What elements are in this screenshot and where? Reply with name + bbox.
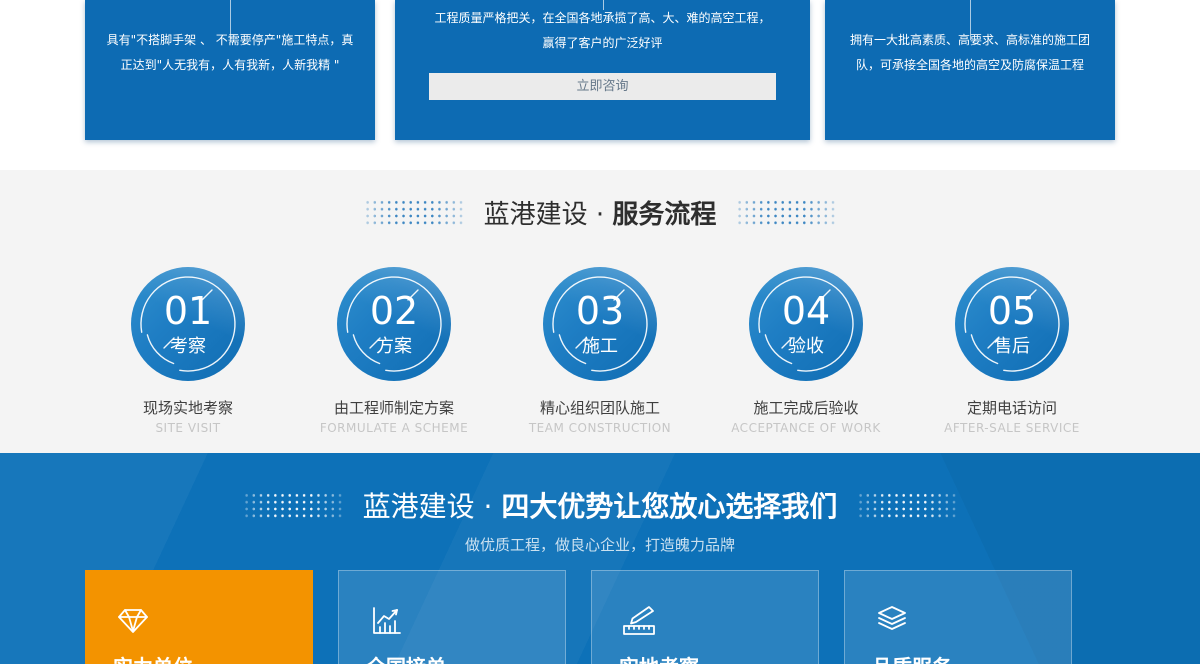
- step-description: 施工完成后验收: [753, 397, 858, 418]
- process-step-acceptance: 04 验收 施工完成后验收 ACCEPTANCE OF WORK: [703, 267, 909, 435]
- process-step-survey: 01 考察 现场实地考察 SITE VISIT: [85, 267, 291, 435]
- process-step-aftersale: 05 售后 定期电话访问 AFTER-SALE SERVICE: [909, 267, 1115, 435]
- process-steps: 01 考察 现场实地考察 SITE VISIT 02 方案 由工程师制定方案 F…: [85, 267, 1115, 435]
- bar-chart-icon: [366, 601, 406, 641]
- heading-separator: ·: [475, 490, 502, 523]
- step-description: 由工程师制定方案: [334, 397, 454, 418]
- step-number: 05: [955, 289, 1069, 333]
- step-description: 精心组织团队施工: [540, 397, 660, 418]
- ruler-pencil-icon: [619, 601, 659, 641]
- step-circle-badge: 01 考察: [131, 267, 245, 381]
- advantage-title: 全国接单: [366, 651, 565, 664]
- divider-tick: [603, 0, 604, 10]
- banner-card-feature: 具有"不搭脚手架 、 不需要停产"施工特点，真正达到"人无我有，人有我新，人新我…: [85, 0, 375, 140]
- banner-card-quality: 工程质量严格把关，在全国各地承揽了高、大、难的高空工程，赢得了客户的广泛好评 立…: [395, 0, 810, 140]
- advantage-tab-quality-service[interactable]: 品质服务 QUALITY SERVICE: [844, 570, 1072, 664]
- advantage-tabs: 实力单位 STRENGTH UNIT 全国接单 ORDER ACCEPTANCE…: [85, 570, 1072, 664]
- step-description-en: AFTER-SALE SERVICE: [944, 421, 1080, 435]
- dots-decoration-right: [857, 492, 957, 519]
- process-section-title: 蓝港建设 · 服务流程: [0, 170, 1200, 231]
- dots-decoration-left: [364, 199, 464, 226]
- step-description-en: TEAM CONSTRUCTION: [529, 421, 671, 435]
- advantage-tab-order-acceptance[interactable]: 全国接单 ORDER ACCEPTANCE: [338, 570, 566, 664]
- section-heading: 蓝港建设 · 服务流程: [484, 194, 717, 231]
- step-description-en: ACCEPTANCE OF WORK: [731, 421, 881, 435]
- advantage-title: 实力单位: [113, 651, 313, 664]
- banner-card-team: 拥有一大批高素质、高要求、高标准的施工团队，可承接全国各地的高空及防腐保温工程: [825, 0, 1115, 140]
- layers-icon: [872, 601, 912, 641]
- step-description: 现场实地考察: [143, 397, 233, 418]
- advantages-subtitle: 做优质工程，做良心企业，打造魄力品牌: [0, 534, 1200, 555]
- step-number: 04: [749, 289, 863, 333]
- divider-tick: [970, 0, 971, 40]
- dots-decoration-right: [736, 199, 836, 226]
- step-circle-badge: 04 验收: [749, 267, 863, 381]
- process-step-scheme: 02 方案 由工程师制定方案 FORMULATE A SCHEME: [291, 267, 497, 435]
- top-banner-strip: 具有"不搭脚手架 、 不需要停产"施工特点，真正达到"人无我有，人有我新，人新我…: [0, 0, 1200, 170]
- heading-separator: ·: [588, 200, 613, 230]
- banner-card-text: 工程质量严格把关，在全国各地承揽了高、大、难的高空工程，赢得了客户的广泛好评: [429, 6, 776, 56]
- step-number: 03: [543, 289, 657, 333]
- step-name: 考察: [131, 335, 245, 359]
- section-heading: 蓝港建设 · 四大优势让您放心选择我们: [363, 485, 838, 525]
- consult-now-button[interactable]: 立即咨询: [429, 73, 776, 100]
- step-name: 售后: [955, 335, 1069, 359]
- step-circle-badge: 03 施工: [543, 267, 657, 381]
- step-description-en: FORMULATE A SCHEME: [320, 421, 468, 435]
- step-description-en: SITE VISIT: [155, 421, 220, 435]
- brand-name: 蓝港建设: [363, 490, 475, 523]
- step-name: 方案: [337, 335, 451, 359]
- diamond-icon: [113, 601, 153, 641]
- process-step-construction: 03 施工 精心组织团队施工 TEAM CONSTRUCTION: [497, 267, 703, 435]
- step-circle-badge: 02 方案: [337, 267, 451, 381]
- heading-emphasis: 服务流程: [612, 200, 716, 230]
- service-process-section: 蓝港建设 · 服务流程 01 考察 现场实地考察 SITE VISIT: [0, 170, 1200, 453]
- advantages-section-title: 蓝港建设 · 四大优势让您放心选择我们: [0, 453, 1200, 525]
- brand-name: 蓝港建设: [484, 200, 588, 230]
- step-description: 定期电话访问: [967, 397, 1057, 418]
- advantage-title: 实地考察: [619, 651, 818, 664]
- step-number: 02: [337, 289, 451, 333]
- advantages-section: 蓝港建设 · 四大优势让您放心选择我们 做优质工程，做良心企业，打造魄力品牌 实…: [0, 453, 1200, 664]
- dots-decoration-left: [243, 492, 343, 519]
- advantage-title: 品质服务: [872, 651, 1071, 664]
- step-circle-badge: 05 售后: [955, 267, 1069, 381]
- step-name: 施工: [543, 335, 657, 359]
- advantage-tab-strength-unit[interactable]: 实力单位 STRENGTH UNIT: [85, 570, 313, 664]
- divider-tick: [230, 0, 231, 42]
- heading-emphasis: 四大优势让您放心选择我们: [501, 490, 837, 523]
- step-name: 验收: [749, 335, 863, 359]
- step-number: 01: [131, 289, 245, 333]
- advantage-tab-investigation[interactable]: 实地考察 INVESTIGATION: [591, 570, 819, 664]
